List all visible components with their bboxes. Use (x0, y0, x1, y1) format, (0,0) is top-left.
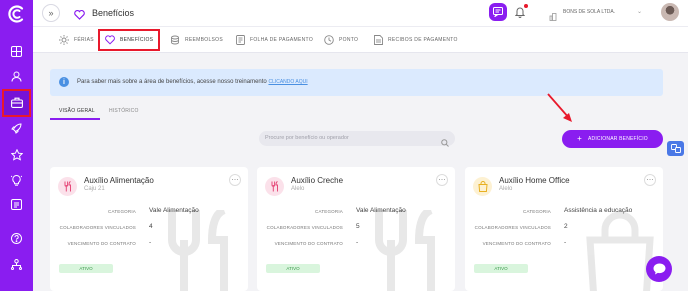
chevron-down-icon[interactable]: ⌄ (637, 8, 642, 15)
tab-ferias[interactable]: FÉRIAS (59, 27, 94, 53)
coins-icon (171, 35, 179, 45)
category-label: CATEGORIA (523, 209, 551, 214)
benefit-operator: Alelo (291, 186, 305, 192)
banner-text: Para saber mais sobre a área de benefíci… (77, 79, 308, 85)
fork-knife-watermark-icon (160, 206, 240, 291)
person-icon[interactable] (8, 68, 25, 85)
status-badge: ATIVO (474, 264, 528, 273)
bag-watermark-icon (585, 210, 655, 291)
star-icon[interactable] (8, 146, 25, 163)
tab-label: BENEFÍCIOS (120, 37, 154, 43)
category-label: CATEGORIA (108, 209, 136, 214)
benefit-title: Auxílio Creche (291, 176, 344, 185)
fork-knife-icon (265, 177, 284, 196)
contract-value: - (564, 239, 567, 246)
tab-label: FOLHA DE PAGAMENTO (250, 37, 314, 43)
contract-value: - (356, 239, 359, 246)
benefit-search-input[interactable]: Procure por benefício ou operador (259, 131, 455, 147)
employees-value: 4 (149, 223, 153, 230)
user-avatar[interactable] (661, 3, 679, 21)
benefit-card[interactable]: Auxílio Creche Alelo ⋯ CATEGORIA Vale Al… (257, 167, 455, 291)
contract-label: VENCIMENTO DO CONTRATO (67, 241, 136, 246)
notification-dot (524, 4, 528, 8)
briefcase-icon[interactable] (8, 94, 25, 111)
collapse-sidebar-button[interactable]: » (42, 4, 60, 22)
fork-knife-watermark-icon (367, 206, 447, 291)
tab-label: RECIBOS DE PAGAMENTO (388, 37, 458, 43)
benefit-operator: Alelo (499, 186, 513, 192)
employees-label: COLABORADORES VINCULADOS (59, 225, 136, 230)
grid-icon[interactable] (8, 43, 25, 60)
status-badge: ATIVO (266, 264, 320, 273)
messages-button[interactable] (489, 3, 507, 21)
building-icon (549, 8, 557, 26)
document-icon[interactable] (8, 196, 25, 213)
heart-icon (74, 7, 85, 25)
contract-value: - (149, 239, 152, 246)
info-icon: i (59, 77, 69, 87)
double-chevron-right-icon: » (48, 8, 54, 18)
more-options-button[interactable]: ⋯ (229, 174, 241, 186)
tab-beneficios[interactable]: BENEFÍCIOS (98, 29, 161, 51)
tab-ponto[interactable]: PONTO (324, 27, 358, 53)
benefit-title: Auxílio Alimentação (84, 176, 154, 185)
plus-icon: + (577, 134, 582, 143)
employees-label: COLABORADORES VINCULADOS (266, 225, 343, 230)
sidebar (0, 0, 33, 291)
contract-label: VENCIMENTO DO CONTRATO (274, 241, 343, 246)
help-icon[interactable] (8, 230, 25, 247)
subtab-historico[interactable]: HISTÓRICO (109, 108, 139, 114)
receipt-icon (236, 35, 245, 45)
tab-folha-de-pagamento[interactable]: FOLHA DE PAGAMENTO (236, 27, 313, 53)
more-options-button[interactable]: ⋯ (644, 174, 656, 186)
employees-value: 2 (564, 223, 568, 230)
subtab-visao-geral[interactable]: VISÃO GERAL (59, 108, 95, 114)
org-chart-icon[interactable] (8, 256, 25, 273)
sun-icon (59, 35, 69, 45)
tab-label: REEMBOLSOS (185, 37, 224, 43)
company-selector[interactable]: BONS DE SOLA LTDA. (563, 9, 615, 15)
active-subtab-indicator (50, 118, 100, 120)
banner-link[interactable]: CLICANDO AQUI (268, 79, 307, 85)
page-title: Benefícios (92, 8, 135, 18)
benefit-operator: Caju 21 (84, 186, 105, 192)
heart-icon (105, 35, 115, 45)
tab-label: PONTO (339, 37, 359, 43)
banner-message: Para saber mais sobre a área de benefíci… (77, 79, 267, 85)
top-bar: » Benefícios BONS DE SOLA LTDA. ⌄ (33, 0, 688, 27)
tab-reembolsos[interactable]: REEMBOLSOS (170, 27, 223, 53)
search-placeholder: Procure por benefício ou operador (265, 135, 349, 141)
employees-label: COLABORADORES VINCULADOS (474, 225, 551, 230)
translate-icon (670, 144, 681, 153)
lightbulb-icon[interactable] (8, 171, 25, 188)
rocket-icon[interactable] (8, 120, 25, 137)
status-badge: ATIVO (59, 264, 113, 273)
employees-value: 5 (356, 223, 360, 230)
tab-recibos-de-pagamento[interactable]: RECIBOS DE PAGAMENTO (374, 27, 458, 53)
translate-button[interactable] (667, 141, 684, 156)
annotation-arrow (547, 93, 572, 122)
more-options-button[interactable]: ⋯ (436, 174, 448, 186)
search-icon (441, 134, 449, 152)
category-label: CATEGORIA (315, 209, 343, 214)
contract-label: VENCIMENTO DO CONTRATO (482, 241, 551, 246)
bell-icon[interactable] (514, 5, 526, 23)
fork-knife-icon (58, 177, 77, 196)
benefit-card[interactable]: Auxílio Alimentação Caju 21 ⋯ CATEGORIA … (50, 167, 248, 291)
benefit-title: Auxílio Home Office (499, 176, 570, 185)
chat-bubble-icon (653, 263, 665, 275)
support-chat-button[interactable] (646, 256, 672, 282)
clock-icon (324, 35, 334, 45)
app-logo[interactable] (6, 3, 27, 24)
file-icon (374, 35, 383, 45)
message-icon (493, 7, 503, 17)
bag-icon (473, 177, 492, 196)
module-tabs: FÉRIAS BENEFÍCIOS REEMBOLSOS FOLHA DE PA… (33, 27, 688, 53)
tab-label: FÉRIAS (74, 37, 94, 43)
add-benefit-label: ADICIONAR BENEFÍCIO (587, 136, 648, 142)
add-benefit-button[interactable]: + ADICIONAR BENEFÍCIO (562, 130, 663, 148)
benefit-card[interactable]: Auxílio Home Office Alelo ⋯ CATEGORIA As… (465, 167, 663, 291)
